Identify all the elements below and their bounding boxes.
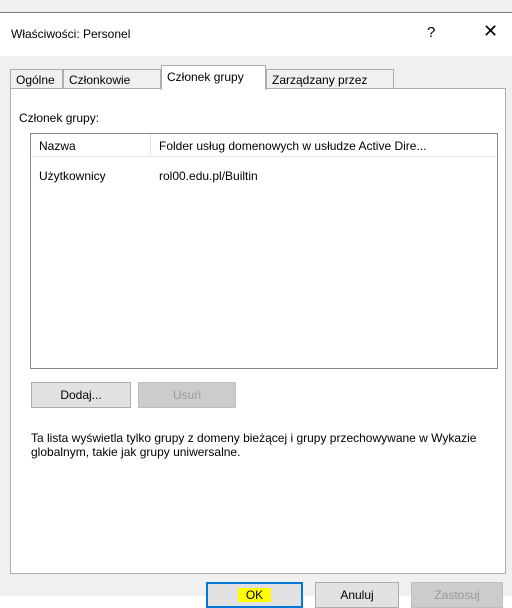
tab-managed-by[interactable]: Zarządzany przez [266, 69, 394, 89]
list-item-name: Użytkownicy [39, 169, 106, 183]
info-text: Ta lista wyświetla tylko grupy z domeny … [31, 431, 477, 459]
close-icon[interactable]: ✕ [483, 21, 498, 42]
title-bar: Właściwości: Personel ? ✕ [0, 12, 512, 56]
list-item[interactable]: Użytkownicy rol00.edu.pl/Builtin [31, 168, 497, 186]
column-header-name[interactable]: Nazwa [39, 139, 76, 153]
properties-dialog: Właściwości: Personel ? ✕ Ogólne Członko… [0, 0, 512, 608]
column-divider[interactable] [150, 134, 151, 156]
help-button[interactable]: ? [427, 24, 435, 41]
ok-button[interactable]: OK [206, 582, 303, 608]
cancel-button[interactable]: Anuluj [315, 582, 399, 608]
list-item-folder: rol00.edu.pl/Builtin [159, 169, 258, 183]
remove-button[interactable]: Usuń [138, 382, 236, 408]
member-of-list[interactable]: Nazwa Folder usług domenowych w usłudze … [30, 133, 498, 369]
tab-members[interactable]: Członkowie [63, 69, 161, 89]
apply-button[interactable]: Zastosuj [411, 582, 503, 608]
ok-button-label: OK [237, 588, 272, 602]
add-button[interactable]: Dodaj... [31, 382, 131, 408]
tab-member-of[interactable]: Członek grupy [161, 65, 266, 90]
tab-general[interactable]: Ogólne [10, 69, 63, 89]
window-title: Właściwości: Personel [11, 27, 131, 41]
member-of-label: Członek grupy: [19, 111, 100, 125]
column-header-folder[interactable]: Folder usług domenowych w usłudze Active… [159, 139, 426, 153]
list-header: Nazwa Folder usług domenowych w usłudze … [31, 134, 497, 157]
